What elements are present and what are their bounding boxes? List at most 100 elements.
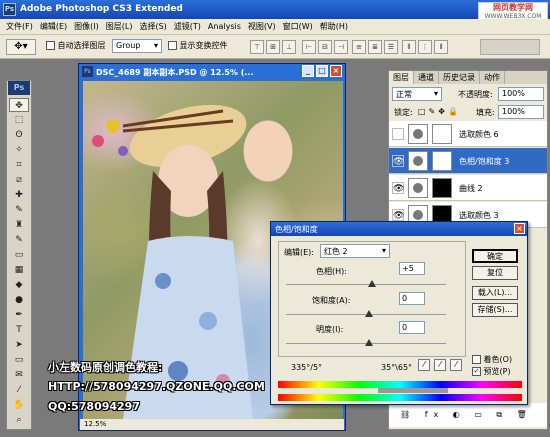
notes-tool[interactable]: ✉ (9, 368, 29, 382)
menu-select[interactable]: 选择(S) (139, 21, 166, 32)
layer-row[interactable]: 👁 色相/饱和度 3 (389, 148, 547, 174)
eye-icon[interactable] (392, 128, 404, 140)
save-button[interactable]: 存储(S)... (472, 303, 518, 317)
move-tool[interactable]: ✥ (9, 98, 29, 112)
menu-file[interactable]: 文件(F) (6, 21, 33, 32)
saturation-input[interactable]: 0 (399, 292, 425, 305)
saturation-slider-knob[interactable] (365, 310, 373, 317)
reset-button[interactable]: 复位 (472, 266, 518, 280)
crop-tool[interactable]: ⌗ (9, 158, 29, 172)
palette-well[interactable] (480, 39, 540, 55)
eyedropper-icon[interactable]: ⁄ (418, 359, 430, 371)
align-top-icon[interactable]: ⊤ (250, 40, 264, 54)
gradient-tool[interactable]: ▦ (9, 263, 29, 277)
bouquet-flower (118, 146, 128, 156)
distribute-middle-icon[interactable]: ≣ (368, 40, 382, 54)
dialog-close-icon[interactable]: × (514, 223, 525, 234)
preview-label: 预览(P) (483, 367, 511, 376)
auto-select-option[interactable]: 自动选择图层 (46, 40, 106, 51)
slice-tool[interactable]: ⧄ (9, 173, 29, 187)
menu-analysis[interactable]: Analysis (208, 22, 241, 31)
close-icon[interactable]: × (330, 65, 342, 77)
hue-input[interactable]: +5 (399, 262, 425, 275)
blend-mode-dropdown[interactable]: 正常 ▾ (392, 87, 442, 101)
healing-brush-tool[interactable]: ✚ (9, 188, 29, 202)
edit-dropdown[interactable]: 红色 2 ▾ (320, 244, 390, 258)
eye-icon[interactable]: 👁 (392, 209, 404, 221)
brush-tool[interactable]: ✎ (9, 203, 29, 217)
tab-history[interactable]: 历史记录 (439, 71, 480, 84)
lightness-label: 明度(I): (316, 325, 344, 334)
distribute-bottom-icon[interactable]: ☰ (384, 40, 398, 54)
eraser-tool[interactable]: ▭ (9, 248, 29, 262)
align-middle-icon[interactable]: ⊞ (266, 40, 280, 54)
shape-tool[interactable]: ▭ (9, 353, 29, 367)
clone-stamp-tool[interactable]: ♜ (9, 218, 29, 232)
layer-panel-footer-icons[interactable]: ⛓ fx ◐ ▭ ⧉ 🗑 (400, 410, 533, 420)
ok-button[interactable]: 确定 (472, 249, 518, 263)
blur-tool[interactable]: ◆ (9, 278, 29, 292)
align-left-icon[interactable]: ⊢ (302, 40, 316, 54)
tab-actions[interactable]: 动作 (480, 71, 505, 84)
opacity-field[interactable]: 100% (498, 87, 544, 101)
align-right-icon[interactable]: ⊣ (334, 40, 348, 54)
eye-icon[interactable]: 👁 (392, 155, 404, 167)
move-tool-preset-icon[interactable]: ✥▾ (6, 39, 36, 55)
load-button[interactable]: 载入(L)... (472, 286, 518, 300)
distribute-top-icon[interactable]: ≡ (352, 40, 366, 54)
menu-image[interactable]: 图像(I) (74, 21, 99, 32)
path-selection-tool[interactable]: ➤ (9, 338, 29, 352)
hue-slider-knob[interactable] (368, 280, 376, 287)
menu-filter[interactable]: 滤镜(T) (174, 21, 201, 32)
menu-help[interactable]: 帮助(H) (320, 21, 348, 32)
layer-row[interactable]: 选取颜色 6 (389, 121, 547, 147)
eyedropper-minus-icon[interactable]: ⁄ (450, 359, 462, 371)
type-tool[interactable]: T (9, 323, 29, 337)
fill-field[interactable]: 100% (498, 105, 544, 119)
distribute-left-icon[interactable]: ⫴ (402, 40, 416, 54)
lightness-slider-knob[interactable] (365, 339, 373, 346)
history-brush-tool[interactable]: ✎ (9, 233, 29, 247)
tab-channels[interactable]: 通道 (414, 71, 439, 84)
menu-edit[interactable]: 编辑(E) (40, 21, 67, 32)
magic-wand-tool[interactable]: ✧ (9, 143, 29, 157)
pen-tool[interactable]: ✒ (9, 308, 29, 322)
menu-layer[interactable]: 图层(L) (106, 21, 133, 32)
menu-window[interactable]: 窗口(W) (283, 21, 313, 32)
align-center-icon[interactable]: ⊟ (318, 40, 332, 54)
menu-view[interactable]: 视图(V) (248, 21, 276, 32)
hue-slider-track[interactable] (286, 284, 446, 285)
layer-mask-thumbnail[interactable] (432, 178, 452, 198)
preview-checkbox[interactable]: ✓ (472, 367, 481, 376)
fill-value: 100% (502, 107, 525, 116)
auto-select-checkbox[interactable] (46, 41, 55, 50)
lock-icons[interactable]: □✎✥🔒 (418, 107, 461, 116)
zoom-tool[interactable]: ⌕ (9, 413, 29, 427)
zoom-level[interactable]: 12.5% (84, 420, 106, 428)
minimize-icon[interactable]: _ (302, 65, 314, 77)
distribute-center-icon[interactable]: ⋮ (418, 40, 432, 54)
preview-option[interactable]: ✓ 预览(P) (472, 366, 511, 377)
show-transform-checkbox[interactable] (168, 41, 177, 50)
colorize-option[interactable]: 着色(O) (472, 354, 512, 365)
tab-layers[interactable]: 图层 (389, 71, 414, 84)
show-transform-option[interactable]: 显示变换控件 (168, 40, 228, 51)
dodge-tool[interactable]: ● (9, 293, 29, 307)
distribute-right-icon[interactable]: ⦀ (434, 40, 448, 54)
hand-tool[interactable]: ✋ (9, 398, 29, 412)
eyedropper-plus-icon[interactable]: ⁄ (434, 359, 446, 371)
maximize-icon[interactable]: □ (316, 65, 328, 77)
layer-row[interactable]: 👁 曲线 2 (389, 175, 547, 201)
lightness-input[interactable]: 0 (399, 321, 425, 334)
adjustment-layer-icon (408, 124, 428, 144)
eye-icon[interactable]: 👁 (392, 182, 404, 194)
hue-range-slider[interactable] (378, 388, 448, 393)
layer-mask-thumbnail[interactable] (432, 151, 452, 171)
colorize-checkbox[interactable] (472, 355, 481, 364)
align-bottom-icon[interactable]: ⊥ (282, 40, 296, 54)
marquee-tool[interactable]: ⬚ (9, 113, 29, 127)
lasso-tool[interactable]: ʘ (9, 128, 29, 142)
auto-select-dropdown[interactable]: Group ▾ (112, 39, 162, 53)
layer-mask-thumbnail[interactable] (432, 124, 452, 144)
eyedropper-tool[interactable]: ⁄ (9, 383, 29, 397)
